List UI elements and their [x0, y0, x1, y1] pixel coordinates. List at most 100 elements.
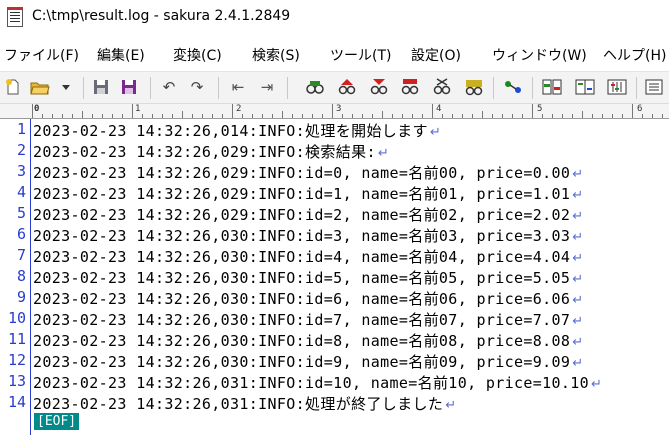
- ruler-tick: [312, 114, 313, 118]
- ruler-tick: [382, 111, 383, 118]
- ruler-tick: [342, 114, 343, 118]
- app-document-icon: [7, 7, 23, 27]
- toolbar-separator: [287, 77, 288, 99]
- ruler-label-1: 1: [135, 104, 141, 114]
- menu-convert[interactable]: 変換(C): [173, 45, 222, 65]
- ruler-tick: [652, 114, 653, 118]
- ruler-tick: [272, 114, 273, 118]
- ruler-tick: [192, 114, 193, 118]
- ruler-tick: [82, 111, 83, 118]
- ruler-tick: [162, 114, 163, 118]
- ruler-tick: [442, 114, 443, 118]
- ruler-tick: [102, 114, 103, 118]
- text-line-content: 2023-02-23 14:32:26,030:INFO:id=9, name=…: [33, 353, 571, 371]
- text-line: 2023-02-23 14:32:26,030:INFO:id=8, name=…: [33, 330, 584, 350]
- new-file-icon[interactable]: [2, 76, 24, 98]
- split-view-icon[interactable]: [574, 76, 596, 98]
- search-prev-icon[interactable]: [336, 76, 358, 98]
- menu-search[interactable]: 検索(S): [252, 45, 300, 65]
- toolbar-separator: [636, 77, 637, 99]
- menu-settings[interactable]: 設定(O): [411, 45, 461, 65]
- line-number: 7: [16, 246, 26, 264]
- newline-icon: ↵: [572, 356, 584, 371]
- ruler-tick: [612, 114, 613, 118]
- ruler-tick: [222, 114, 223, 118]
- text-line-content: 2023-02-23 14:32:26,014:INFO:処理を開始します: [33, 122, 428, 140]
- save-all-icon[interactable]: [118, 76, 140, 98]
- ruler-tick: [562, 114, 563, 118]
- ruler-tick: [452, 114, 453, 118]
- ruler-tick: [212, 114, 213, 118]
- ruler-tick: [172, 114, 173, 118]
- newline-icon: ↵: [591, 377, 603, 392]
- ruler-tick: [422, 114, 423, 118]
- ruler: 0 1 2 3 4 5 6: [32, 104, 669, 119]
- open-folder-icon[interactable]: [29, 76, 51, 98]
- newline-icon: ↵: [572, 293, 584, 308]
- line-number: 14: [7, 393, 26, 411]
- undo-icon[interactable]: ↶: [158, 76, 180, 98]
- menu-edit[interactable]: 編集(E): [97, 45, 145, 65]
- tag-jump-icon[interactable]: [502, 76, 524, 98]
- line-number: 10: [7, 309, 26, 327]
- line-number: 8: [16, 267, 26, 285]
- newline-icon: ↵: [572, 167, 584, 182]
- ruler-tick: [502, 114, 503, 118]
- ruler-tick: [122, 114, 123, 118]
- ruler-label-5: 5: [537, 104, 543, 114]
- text-line-content: 2023-02-23 14:32:26,029:INFO:id=1, name=…: [33, 185, 571, 203]
- menu-tools[interactable]: ツール(T): [330, 45, 391, 65]
- toolbar: ↶ ↷ ⇤ ⇥: [0, 71, 669, 104]
- ruler-tick: [302, 114, 303, 118]
- newline-icon: ↵: [572, 251, 584, 266]
- text-line: 2023-02-23 14:32:26,031:INFO:id=10, name…: [33, 372, 602, 392]
- ruler-tick: [572, 114, 573, 118]
- menu-file[interactable]: ファイル(F): [4, 45, 79, 65]
- text-line-content: 2023-02-23 14:32:26,030:INFO:id=5, name=…: [33, 269, 571, 287]
- line-number: 9: [16, 288, 26, 306]
- search-next-icon[interactable]: [368, 76, 390, 98]
- settings-icon[interactable]: [606, 76, 628, 98]
- ruler-corner: [0, 104, 32, 119]
- ruler-tick: [182, 111, 183, 118]
- menu-help[interactable]: ヘルプ(H): [603, 45, 666, 65]
- jump-forward-icon[interactable]: ⇥: [256, 76, 278, 98]
- line-number: 11: [7, 330, 26, 348]
- text-line-content: 2023-02-23 14:32:26,031:INFO:id=10, name…: [33, 374, 590, 392]
- replace-icon[interactable]: [431, 76, 453, 98]
- ruler-tick: [632, 104, 633, 118]
- compare-icon[interactable]: [541, 76, 563, 98]
- search-icon[interactable]: [304, 76, 326, 98]
- ruler-tick: [332, 104, 333, 118]
- ruler-tick: [262, 114, 263, 118]
- text-line-content: 2023-02-23 14:32:26,030:INFO:id=3, name=…: [33, 227, 571, 245]
- text-line: 2023-02-23 14:32:26,030:INFO:id=6, name=…: [33, 288, 584, 308]
- ruler-tick: [392, 114, 393, 118]
- save-icon[interactable]: [90, 76, 112, 98]
- ruler-tick: [292, 114, 293, 118]
- toolbar-separator: [150, 77, 151, 99]
- ruler-label-6: 6: [637, 104, 643, 114]
- editor-text-area[interactable]: [EOF] 2023-02-23 14:32:26,014:INFO:処理を開始…: [33, 119, 669, 435]
- dropdown-arrow-icon[interactable]: [59, 76, 73, 98]
- ruler-tick: [532, 104, 533, 118]
- menu-window[interactable]: ウィンドウ(W): [492, 45, 587, 65]
- jump-back-icon[interactable]: ⇤: [227, 76, 249, 98]
- text-line: 2023-02-23 14:32:26,031:INFO:処理が終了しました ↵: [33, 393, 456, 413]
- outline-icon[interactable]: [463, 76, 485, 98]
- redo-icon[interactable]: ↷: [186, 76, 208, 98]
- text-line-content: 2023-02-23 14:32:26,030:INFO:id=4, name=…: [33, 248, 571, 266]
- newline-icon: ↵: [572, 188, 584, 203]
- ruler-label-2: 2: [236, 104, 242, 114]
- grep-icon[interactable]: [399, 76, 421, 98]
- ruler-tick: [542, 114, 543, 118]
- ruler-tick: [482, 111, 483, 118]
- text-line-content: 2023-02-23 14:32:26,030:INFO:id=6, name=…: [33, 290, 571, 308]
- text-line: 2023-02-23 14:32:26,029:INFO:id=0, name=…: [33, 162, 584, 182]
- more-icon[interactable]: [643, 76, 665, 98]
- ruler-tick: [582, 111, 583, 118]
- line-number: 3: [16, 162, 26, 180]
- ruler-tick: [52, 114, 53, 118]
- toolbar-separator: [83, 77, 84, 99]
- gutter-divider: [30, 119, 31, 435]
